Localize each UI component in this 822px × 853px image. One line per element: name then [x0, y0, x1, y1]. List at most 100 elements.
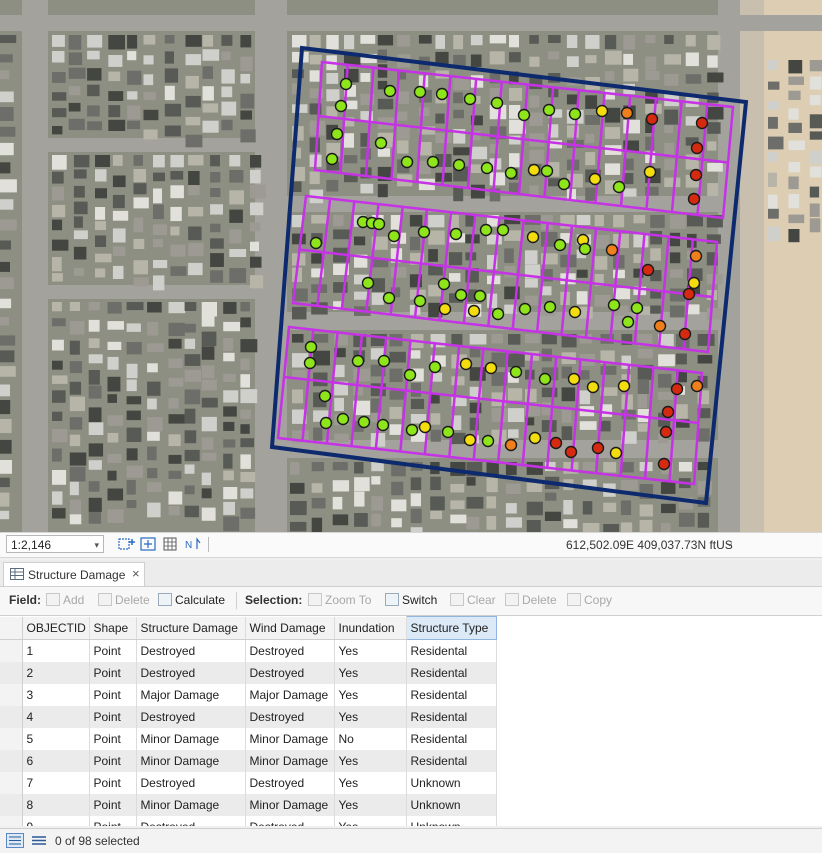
- pan-icon[interactable]: [140, 536, 158, 552]
- table-row[interactable]: 8 Point Minor Damage Minor Damage Yes Unknown: [0, 794, 497, 816]
- damage-point-marker[interactable]: [428, 360, 442, 374]
- damage-point-marker[interactable]: [641, 263, 655, 277]
- grid-icon[interactable]: [162, 536, 180, 552]
- table-row[interactable]: 4 Point Destroyed Destroyed Yes Residental: [0, 706, 497, 728]
- cell-structure-type[interactable]: Residental: [406, 728, 497, 750]
- damage-point-marker[interactable]: [609, 446, 623, 460]
- table-row[interactable]: 2 Point Destroyed Destroyed Yes Residental: [0, 662, 497, 684]
- damage-point-marker[interactable]: [319, 416, 333, 430]
- cell-structure-type[interactable]: Residental: [406, 706, 497, 728]
- cell-structure-damage[interactable]: Destroyed: [136, 639, 246, 662]
- damage-point-marker[interactable]: [578, 242, 592, 256]
- cell-shape[interactable]: Point: [89, 639, 137, 662]
- damage-point-marker[interactable]: [595, 104, 609, 118]
- damage-point-marker[interactable]: [463, 92, 477, 106]
- cell-objectid[interactable]: 9: [22, 816, 90, 826]
- damage-point-marker[interactable]: [334, 99, 348, 113]
- table-row[interactable]: 3 Point Major Damage Major Damage Yes Residen…: [0, 684, 497, 706]
- table-row[interactable]: 1 Point Destroyed Destroyed Yes Residental: [0, 639, 497, 662]
- damage-point-marker[interactable]: [504, 166, 518, 180]
- damage-point-marker[interactable]: [690, 141, 704, 155]
- cell-wind-damage[interactable]: Destroyed: [245, 662, 335, 684]
- damage-point-marker[interactable]: [588, 172, 602, 186]
- damage-point-marker[interactable]: [678, 327, 692, 341]
- damage-point-marker[interactable]: [309, 236, 323, 250]
- cell-inundation[interactable]: Yes: [334, 772, 407, 794]
- row-selector[interactable]: [0, 728, 23, 750]
- cell-wind-damage[interactable]: Destroyed: [245, 816, 335, 826]
- copy-button[interactable]: Copy: [567, 593, 612, 607]
- damage-point-marker[interactable]: [481, 434, 495, 448]
- close-icon[interactable]: ×: [132, 566, 140, 581]
- cell-structure-damage[interactable]: Major Damage: [136, 684, 246, 706]
- damage-point-marker[interactable]: [325, 152, 339, 166]
- row-selector[interactable]: [0, 684, 23, 706]
- column-header-shape[interactable]: Shape: [89, 616, 137, 640]
- damage-point-marker[interactable]: [304, 340, 318, 354]
- cell-structure-type[interactable]: Unknown: [406, 794, 497, 816]
- damage-point-marker[interactable]: [490, 96, 504, 110]
- damage-point-marker[interactable]: [605, 243, 619, 257]
- damage-point-marker[interactable]: [689, 168, 703, 182]
- cell-wind-damage[interactable]: Major Damage: [245, 684, 335, 706]
- cell-structure-damage[interactable]: Destroyed: [136, 816, 246, 826]
- damage-point-marker[interactable]: [351, 354, 365, 368]
- damage-point-marker[interactable]: [540, 164, 554, 178]
- damage-point-marker[interactable]: [567, 372, 581, 386]
- damage-point-marker[interactable]: [542, 103, 556, 117]
- damage-point-marker[interactable]: [491, 307, 505, 321]
- damage-point-marker[interactable]: [526, 230, 540, 244]
- damage-point-marker[interactable]: [479, 223, 493, 237]
- cell-objectid[interactable]: 8: [22, 794, 90, 816]
- row-selector[interactable]: [0, 816, 23, 826]
- cell-objectid[interactable]: 3: [22, 684, 90, 706]
- column-header-wind-damage[interactable]: Wind Damage: [245, 616, 335, 640]
- damage-point-marker[interactable]: [659, 425, 673, 439]
- column-header-structure-damage[interactable]: Structure Damage: [136, 616, 246, 640]
- cell-structure-damage[interactable]: Destroyed: [136, 772, 246, 794]
- damage-point-marker[interactable]: [473, 289, 487, 303]
- damage-point-marker[interactable]: [374, 136, 388, 150]
- cell-shape[interactable]: Point: [89, 772, 137, 794]
- row-selector[interactable]: [0, 662, 23, 684]
- cell-structure-type[interactable]: Unknown: [406, 772, 497, 794]
- row-selector[interactable]: [0, 639, 23, 662]
- damage-point-marker[interactable]: [382, 291, 396, 305]
- cell-inundation[interactable]: Yes: [334, 794, 407, 816]
- cell-structure-damage[interactable]: Minor Damage: [136, 750, 246, 772]
- damage-point-marker[interactable]: [586, 380, 600, 394]
- damage-point-marker[interactable]: [376, 418, 390, 432]
- damage-point-marker[interactable]: [413, 294, 427, 308]
- zoom-to-button[interactable]: Zoom To: [308, 593, 371, 607]
- cell-wind-damage[interactable]: Minor Damage: [245, 794, 335, 816]
- damage-point-marker[interactable]: [653, 319, 667, 333]
- cell-shape[interactable]: Point: [89, 816, 137, 826]
- row-selector[interactable]: [0, 706, 23, 728]
- damage-point-marker[interactable]: [405, 423, 419, 437]
- cell-structure-damage[interactable]: Destroyed: [136, 662, 246, 684]
- damage-point-marker[interactable]: [621, 315, 635, 329]
- cell-structure-damage[interactable]: Minor Damage: [136, 794, 246, 816]
- damage-point-marker[interactable]: [645, 112, 659, 126]
- damage-point-marker[interactable]: [504, 438, 518, 452]
- cell-structure-damage[interactable]: Destroyed: [136, 706, 246, 728]
- cell-inundation[interactable]: Yes: [334, 750, 407, 772]
- cell-shape[interactable]: Point: [89, 662, 137, 684]
- cell-structure-type[interactable]: Residental: [406, 750, 497, 772]
- cell-shape[interactable]: Point: [89, 706, 137, 728]
- damage-point-marker[interactable]: [438, 302, 452, 316]
- delete-selection-button[interactable]: Delete: [505, 593, 557, 607]
- damage-point-marker[interactable]: [339, 77, 353, 91]
- clear-selection-button[interactable]: Clear: [450, 593, 496, 607]
- damage-point-marker[interactable]: [372, 217, 386, 231]
- damage-point-marker[interactable]: [400, 155, 414, 169]
- cell-wind-damage[interactable]: Minor Damage: [245, 750, 335, 772]
- cell-structure-type[interactable]: Residental: [406, 639, 497, 662]
- damage-point-marker[interactable]: [459, 357, 473, 371]
- damage-point-marker[interactable]: [687, 192, 701, 206]
- damage-point-marker[interactable]: [441, 425, 455, 439]
- damage-point-marker[interactable]: [630, 301, 644, 315]
- damage-point-marker[interactable]: [336, 412, 350, 426]
- damage-point-marker[interactable]: [449, 227, 463, 241]
- add-field-button[interactable]: Add: [46, 593, 84, 607]
